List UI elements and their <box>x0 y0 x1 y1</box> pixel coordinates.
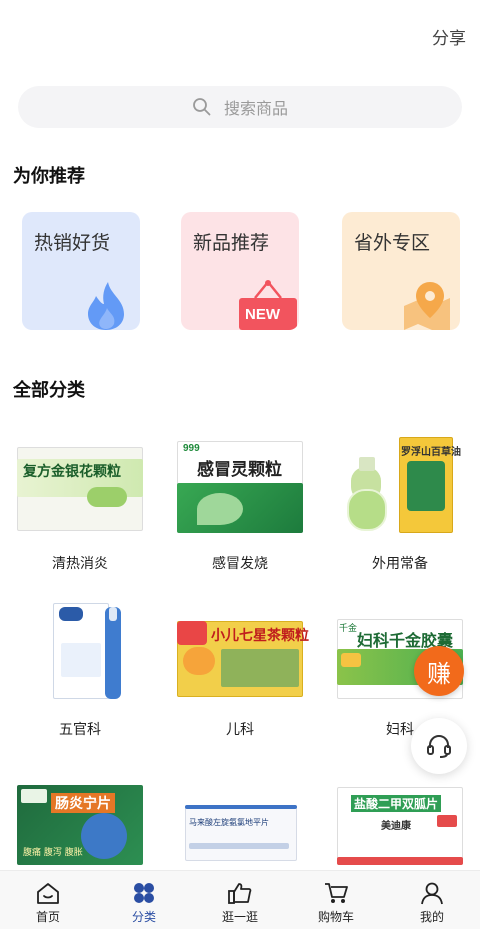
tab-home[interactable]: 首页 <box>0 871 96 929</box>
rec-card-new[interactable]: 新品推荐 NEW <box>181 212 299 330</box>
search-icon <box>193 98 211 116</box>
category-item[interactable]: 复方金银花颗粒 清热消炎 <box>5 437 155 573</box>
cart-icon <box>325 883 348 903</box>
category-name: 清热消炎 <box>52 556 108 572</box>
product-image: 肠炎宁片 腹痛 腹泻 腹胀 <box>17 785 143 865</box>
box-label: 感冒灵颗粒 <box>197 460 282 480</box>
search-bar[interactable]: 搜索商品 <box>18 86 462 128</box>
category-item[interactable]: 肠炎宁片 腹痛 腹泻 腹胀 <box>5 785 155 865</box>
category-item[interactable]: 五官科 <box>5 603 155 739</box>
earn-button[interactable]: 赚 <box>414 646 464 696</box>
tab-label: 首页 <box>35 910 60 924</box>
box-label: 盐酸二甲双胍片 <box>351 795 442 812</box>
category-item[interactable]: 盐酸二甲双胍片 美迪康 <box>325 787 475 865</box>
category-name: 外用常备 <box>372 556 428 572</box>
thumbs-up-icon <box>228 883 252 904</box>
user-icon <box>421 882 443 905</box>
tab-mine[interactable]: 我的 <box>384 871 480 929</box>
tab-label: 购物车 <box>317 910 354 924</box>
product-image: 罗浮山百草油 <box>337 437 463 533</box>
box-label: 马来酸左旋氨氯地平片 <box>189 818 269 827</box>
tab-label: 逛一逛 <box>221 910 258 924</box>
box-brand: 999 <box>183 443 200 454</box>
tab-cart[interactable]: 购物车 <box>288 871 384 929</box>
category-item[interactable]: 马来酸左旋氨氯地平片 <box>165 805 315 865</box>
search-placeholder: 搜索商品 <box>223 99 288 118</box>
bottom-tab-bar: 首页 分类 逛一逛 购物车 我的 <box>0 870 480 929</box>
box-label: 罗浮山百草油 <box>401 447 461 458</box>
product-image: 马来酸左旋氨氯地平片 <box>177 805 303 865</box>
box-sub-label: 腹痛 腹泻 腹胀 <box>23 848 83 858</box>
box-label: 小儿七星茶颗粒 <box>211 628 309 644</box>
rec-card-hot[interactable]: 热销好货 <box>22 212 140 330</box>
top-bar: 分享 <box>0 0 480 70</box>
headset-icon <box>427 734 451 758</box>
rec-card-label: 省外专区 <box>354 232 431 254</box>
box-label: 复方金银花颗粒 <box>23 464 121 480</box>
category-name: 儿科 <box>226 722 254 738</box>
rec-card-label: 新品推荐 <box>193 232 270 254</box>
rec-card-other-province[interactable]: 省外专区 <box>342 212 460 330</box>
home-icon <box>37 883 59 904</box>
tab-category[interactable]: 分类 <box>96 871 192 929</box>
rec-card-label: 热销好货 <box>34 232 111 254</box>
category-item[interactable]: 999 感冒灵颗粒 感冒发烧 <box>165 437 315 573</box>
recommend-title: 为你推荐 <box>13 166 85 187</box>
product-image <box>17 603 143 699</box>
category-item[interactable]: 罗浮山百草油 外用常备 <box>325 437 475 573</box>
flame-icon <box>88 282 124 330</box>
category-item[interactable]: 小儿七星茶颗粒 儿科 <box>165 603 315 739</box>
tab-label: 分类 <box>131 910 156 924</box>
product-image: 盐酸二甲双胍片 美迪康 <box>337 787 463 865</box>
box-brand: 千金 <box>339 624 358 634</box>
tab-browse[interactable]: 逛一逛 <box>192 871 288 929</box>
category-name: 感冒发烧 <box>212 556 268 572</box>
map-pin-icon <box>404 282 450 330</box>
product-image: 小儿七星茶颗粒 <box>177 603 309 699</box>
category-icon <box>134 883 154 903</box>
share-button[interactable]: 分享 <box>432 24 466 49</box>
box-label: 肠炎宁片 <box>51 793 115 813</box>
tab-label: 我的 <box>419 910 444 924</box>
product-image: 复方金银花颗粒 <box>17 437 143 533</box>
new-badge-text: NEW <box>245 306 280 323</box>
category-name: 五官科 <box>59 722 101 738</box>
box-sub-label: 美迪康 <box>381 821 411 832</box>
product-image: 999 感冒灵颗粒 <box>177 437 303 533</box>
customer-service-button[interactable] <box>411 718 467 774</box>
categories-title: 全部分类 <box>13 380 85 401</box>
